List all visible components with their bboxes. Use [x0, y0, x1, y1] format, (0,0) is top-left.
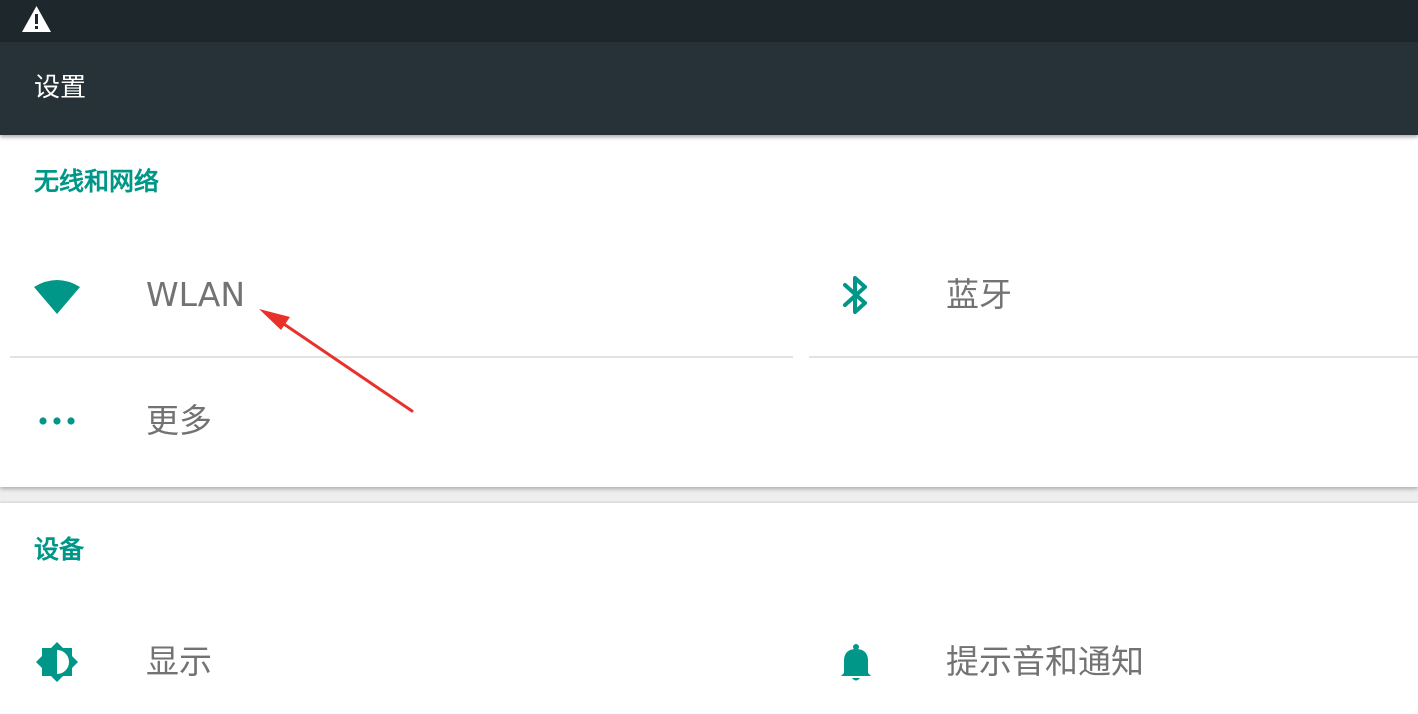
- page-title: 设置: [34, 73, 87, 103]
- status-bar: [0, 0, 1418, 42]
- more-horiz-icon: [30, 401, 86, 441]
- bell-icon: [836, 642, 892, 682]
- divider: [10, 356, 793, 358]
- divider: [809, 356, 1418, 358]
- section-header-wireless: 无线和网络: [34, 167, 160, 196]
- settings-item-bluetooth[interactable]: 蓝牙: [800, 235, 1418, 355]
- settings-item-label: 提示音和通知: [946, 642, 1144, 681]
- bluetooth-icon: [836, 275, 892, 315]
- settings-item-label: 显示: [146, 642, 212, 681]
- settings-item-label: 蓝牙: [946, 275, 1012, 314]
- section-card-device: 设备 显示 提示音和通知: [0, 503, 1418, 714]
- warning-icon: [21, 5, 52, 33]
- settings-item-display[interactable]: 显示: [0, 602, 793, 714]
- section-card-wireless: 无线和网络 WLAN 蓝牙 更多: [0, 135, 1418, 487]
- settings-item-label: 更多: [146, 401, 212, 440]
- settings-item-more[interactable]: 更多: [0, 361, 793, 481]
- section-header-device: 设备: [34, 535, 85, 564]
- settings-item-wlan[interactable]: WLAN: [0, 235, 793, 355]
- app-bar: 设置: [0, 42, 1418, 135]
- settings-screen: 设置 无线和网络 WLAN 蓝牙 更多 设备 显示 提示音和通知: [0, 0, 1418, 714]
- settings-item-label: WLAN: [146, 275, 246, 314]
- wifi-icon: [30, 275, 86, 315]
- brightness-icon: [30, 642, 86, 682]
- settings-item-sound-notification[interactable]: 提示音和通知: [800, 602, 1418, 714]
